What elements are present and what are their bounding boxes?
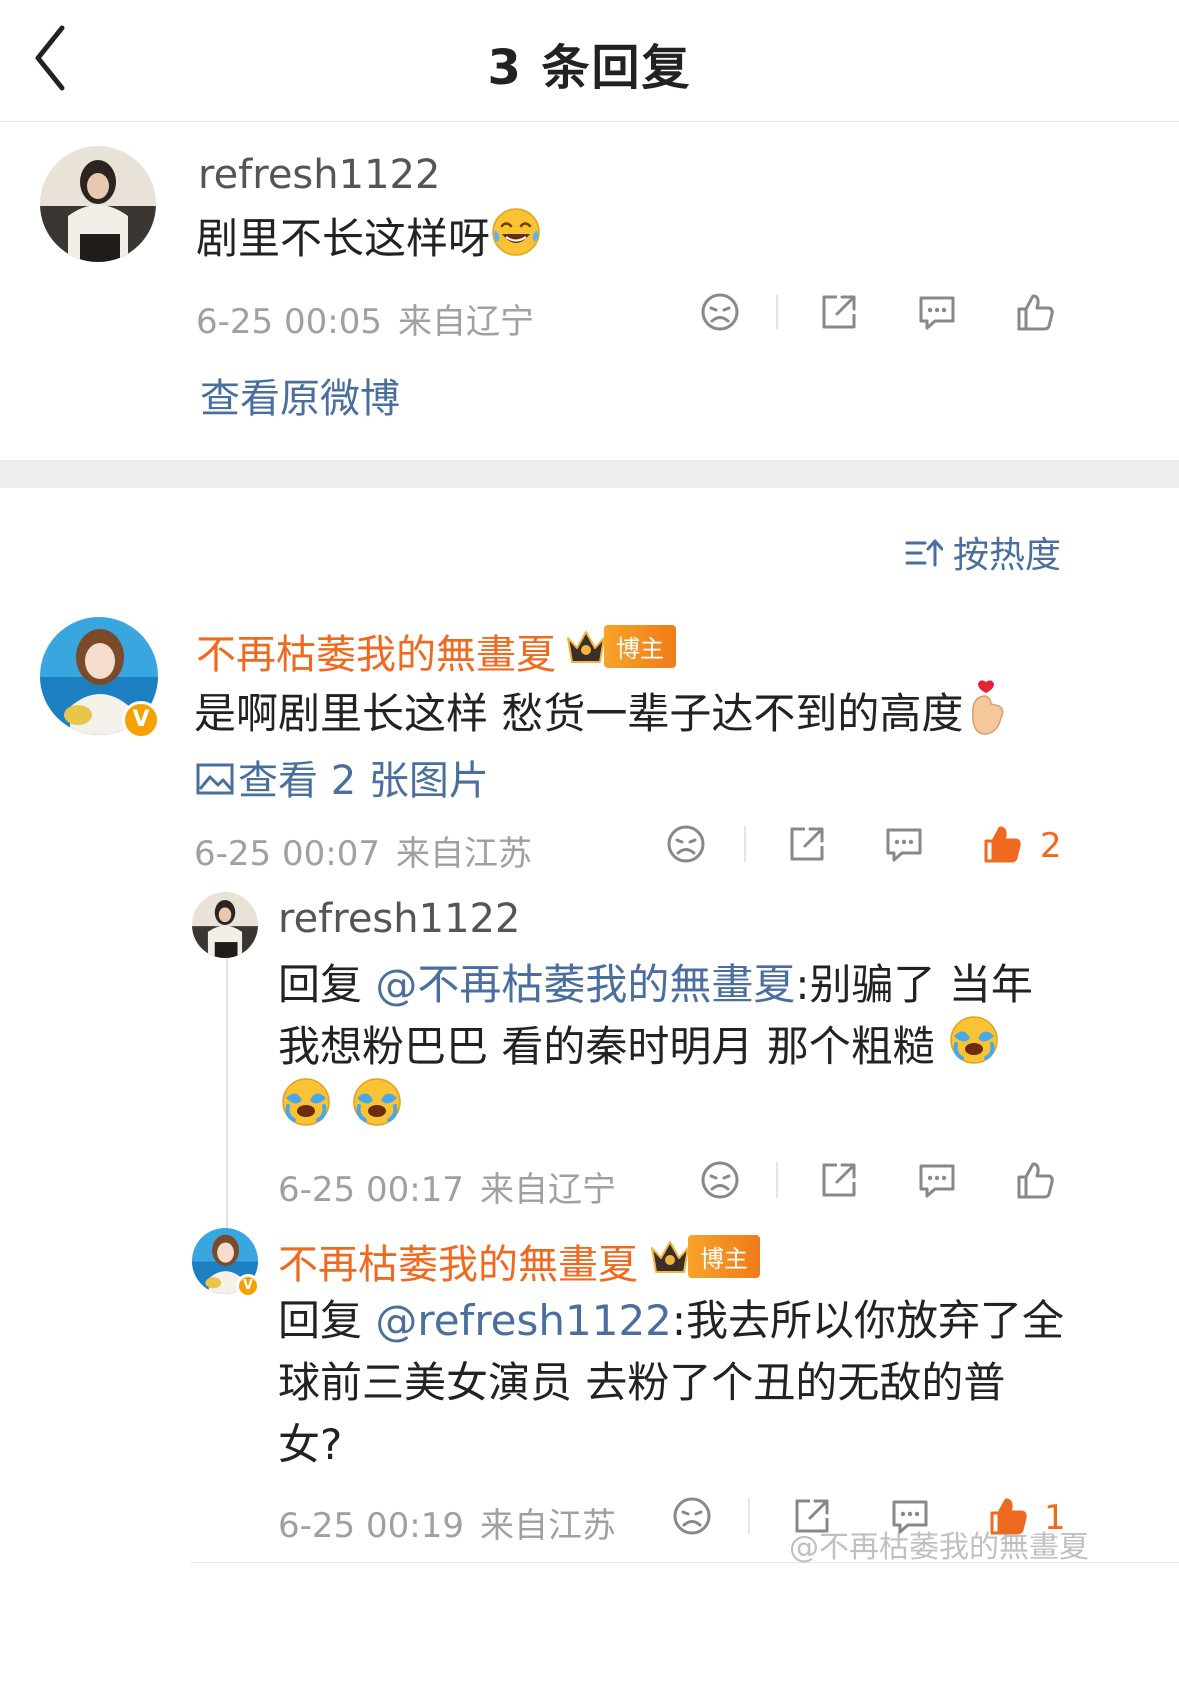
top-bar: 3 条回复	[0, 0, 1179, 122]
image-icon	[196, 760, 234, 806]
dislike-icon[interactable]	[696, 1156, 744, 1204]
reply-text-line: 我想粉巴巴 看的秦时明月 那个粗糙	[278, 1014, 1000, 1085]
reply-text: 回复 @不再枯萎我的無畫夏:别骗了 当年	[278, 960, 1033, 1009]
section-divider	[0, 460, 1179, 488]
comment-text: 是啊剧里长这样 愁货一辈子达不到的高度	[194, 678, 1009, 755]
verified-icon: V	[122, 701, 160, 739]
reply-text-line: 女?	[278, 1420, 343, 1469]
crown-icon	[651, 1241, 689, 1273]
share-icon[interactable]	[815, 288, 863, 336]
view-images-link[interactable]: 查看 2 张图片	[196, 748, 489, 806]
blogger-badge: 博主	[648, 1234, 760, 1278]
blogger-badge: 博主	[564, 624, 676, 668]
dislike-icon[interactable]	[662, 820, 710, 868]
comment-time: 6-25 00:07	[194, 834, 380, 874]
divider	[748, 1498, 750, 1534]
like-icon[interactable]	[1011, 288, 1059, 336]
comment-icon[interactable]	[913, 1156, 961, 1204]
comment-text: 剧里不长这样呀	[196, 206, 542, 277]
comment-meta: 6-25 00:05 来自辽宁	[196, 294, 534, 343]
comment-meta: 6-25 00:07 来自江苏	[194, 826, 532, 875]
username[interactable]: refresh1122	[198, 152, 440, 198]
divider	[744, 826, 746, 862]
blogger-badge-label: 博主	[604, 624, 676, 668]
like-icon[interactable]	[1011, 1156, 1059, 1204]
like-icon[interactable]	[978, 820, 1026, 868]
page-title: 3 条回复	[487, 40, 692, 96]
reply-time: 6-25 00:19	[278, 1506, 464, 1546]
laugh-emoji-icon	[490, 206, 542, 277]
blogger-badge-label: 博主	[688, 1234, 760, 1278]
thread-line	[226, 955, 228, 1230]
dislike-icon[interactable]	[668, 1492, 716, 1540]
divider	[776, 294, 778, 330]
comment-icon[interactable]	[913, 288, 961, 336]
verified-icon: V	[236, 1274, 260, 1298]
share-icon[interactable]	[783, 820, 831, 868]
reply-meta: 6-25 00:19 来自江苏	[278, 1498, 616, 1547]
comment-time: 6-25 00:05	[196, 302, 382, 342]
comment-location: 来自辽宁	[397, 302, 534, 342]
mention-link[interactable]: @不再枯萎我的無畫夏	[375, 960, 795, 1009]
watermark: @不再枯萎我的無畫夏	[789, 1530, 1089, 1565]
share-icon[interactable]	[815, 1156, 863, 1204]
dislike-icon[interactable]	[696, 288, 744, 336]
reply-time: 6-25 00:17	[278, 1170, 464, 1210]
avatar[interactable]	[40, 146, 156, 262]
username[interactable]: 不再枯萎我的無畫夏	[278, 1232, 638, 1290]
username[interactable]: refresh1122	[278, 896, 520, 942]
sort-icon	[905, 537, 944, 578]
avatar[interactable]	[192, 892, 258, 958]
reply-meta: 6-25 00:17 来自辽宁	[278, 1162, 616, 1211]
sort-label: 按热度	[952, 535, 1061, 576]
comment-location: 来自江苏	[395, 834, 532, 874]
like-count: 2	[1040, 826, 1062, 866]
comment-icon[interactable]	[880, 820, 928, 868]
username[interactable]: 不再枯萎我的無畫夏	[196, 622, 556, 680]
mention-link[interactable]: @refresh1122	[375, 1296, 672, 1345]
reply-text-line: 球前三美女演员 去粉了个丑的无敌的普	[278, 1358, 1006, 1407]
crying-laugh-emoji-icon	[351, 1076, 403, 1147]
crying-laugh-emoji-icon	[280, 1076, 332, 1147]
divider	[776, 1162, 778, 1198]
reply-emoji-line	[280, 1076, 403, 1147]
crying-laugh-emoji-icon	[948, 1014, 1000, 1085]
reply-text: 回复 @refresh1122:我去所以你放弃了全	[278, 1296, 1065, 1345]
sort-button[interactable]: 按热度	[905, 526, 1061, 578]
crown-icon	[567, 631, 605, 663]
reply-location: 来自辽宁	[479, 1170, 616, 1210]
view-original-link[interactable]: 查看原微博	[200, 366, 400, 424]
reply-location: 来自江苏	[479, 1506, 616, 1546]
finger-heart-emoji-icon	[963, 678, 1009, 755]
